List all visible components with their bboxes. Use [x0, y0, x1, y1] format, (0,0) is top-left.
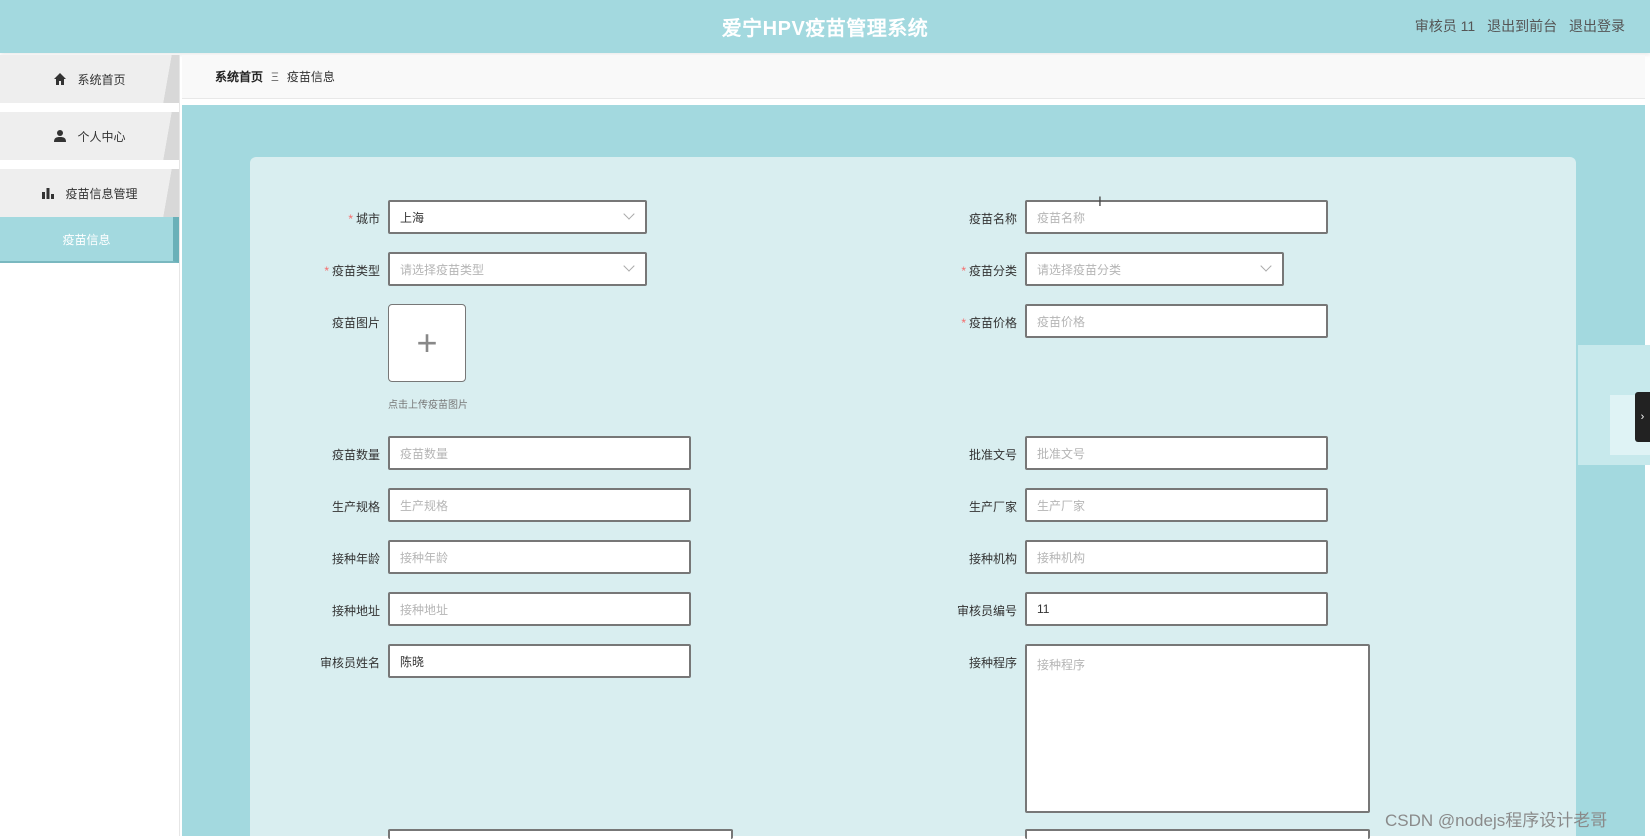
procedure-label: 接种程序	[968, 656, 1017, 670]
required-mark: *	[961, 316, 966, 330]
vaccine-type-select[interactable]: 请选择疫苗类型	[388, 252, 647, 286]
manufacturer-label: 生产厂家	[968, 500, 1017, 514]
sidebar-subitem-vaccine-info[interactable]: 疫苗信息	[0, 217, 179, 263]
home-icon	[54, 73, 67, 85]
plus-icon: +	[416, 322, 438, 363]
manufacturer-input[interactable]: 生产厂家	[1025, 488, 1328, 522]
required-mark: *	[348, 212, 353, 226]
image-upload-button[interactable]: +	[388, 304, 466, 382]
city-select[interactable]: 上海	[388, 200, 647, 234]
age-label: 接种年龄	[331, 552, 380, 566]
sidebar-item-vaccine-management[interactable]: 疫苗信息管理	[0, 169, 179, 217]
city-label: * 城市	[348, 212, 380, 226]
reviewer-no-input[interactable]: 11	[1025, 592, 1328, 626]
vaccine-qty-input[interactable]: 疫苗数量	[388, 436, 691, 470]
vaccine-type-label: * 疫苗类型	[324, 264, 380, 278]
logout-link[interactable]: 退出登录	[1569, 18, 1625, 34]
spec-input[interactable]: 生产规格	[388, 488, 691, 522]
side-collapse-tab[interactable]: ›	[1635, 392, 1650, 442]
vaccine-price-label: * 疫苗价格	[961, 316, 1017, 330]
next-row-input[interactable]	[388, 829, 733, 839]
watermark: CSDN @nodejs程序设计老哥	[1385, 811, 1608, 830]
institution-label: 接种机构	[968, 552, 1017, 566]
breadcrumb: 系统首页 Ξ 疫苗信息	[182, 55, 1645, 99]
user-icon	[54, 130, 67, 142]
chevron-down-icon	[623, 260, 635, 272]
sidebar-item-label: 系统首页	[77, 72, 126, 87]
institution-input[interactable]: 接种机构	[1025, 540, 1328, 574]
vaccine-name-label: 疫苗名称	[968, 212, 1017, 226]
address-label: 接种地址	[331, 604, 380, 618]
breadcrumb-home[interactable]: 系统首页	[215, 68, 263, 85]
reviewer-name-label: 审核员姓名	[319, 656, 380, 670]
sidebar-item-personal[interactable]: 个人中心	[0, 112, 179, 160]
reviewer-no-label: 审核员编号	[956, 604, 1017, 618]
approval-no-input[interactable]: 批准文号	[1025, 436, 1328, 470]
approval-no-label: 批准文号	[968, 448, 1017, 462]
required-mark: *	[324, 264, 329, 278]
address-input[interactable]: 接种地址	[388, 592, 691, 626]
upload-hint: 点击上传疫苗图片	[388, 400, 468, 411]
required-mark: *	[961, 264, 966, 278]
vaccine-name-input[interactable]: 疫苗名称	[1025, 200, 1328, 234]
breadcrumb-separator: Ξ	[271, 69, 279, 84]
next-row-input[interactable]	[1025, 829, 1370, 839]
chevron-down-icon	[1260, 260, 1272, 272]
sidebar: 系统首页 个人中心 疫苗信息管理 疫苗信息	[0, 55, 180, 836]
vaccine-form: * 城市 上海 疫苗名称 疫苗名称 I * 疫苗类型 请选择疫苗类型 * 疫苗分类 请…	[250, 157, 1576, 839]
sidebar-item-label: 疫苗信息管理	[65, 186, 138, 201]
sidebar-item-home[interactable]: 系统首页	[0, 55, 179, 103]
vaccine-category-label: * 疫苗分类	[961, 264, 1017, 278]
vaccine-price-input[interactable]: 疫苗价格	[1025, 304, 1328, 338]
current-user-label: 审核员 11	[1414, 18, 1476, 34]
reviewer-name-input[interactable]: 陈晓	[388, 644, 691, 678]
procedure-textarea[interactable]: 接种程序	[1025, 644, 1370, 813]
vaccine-category-select[interactable]: 请选择疫苗分类	[1025, 252, 1284, 286]
breadcrumb-current: 疫苗信息	[286, 70, 335, 84]
chevron-down-icon	[623, 208, 635, 220]
vaccine-qty-label: 疫苗数量	[331, 448, 380, 462]
sidebar-item-label: 个人中心	[77, 129, 126, 144]
back-to-front-link[interactable]: 退出到前台	[1487, 18, 1557, 34]
vaccine-image-label: 疫苗图片	[331, 316, 380, 330]
user-links: 审核员 11 退出到前台 退出登录	[1407, 16, 1625, 36]
age-input[interactable]: 接种年龄	[388, 540, 691, 574]
top-header: 爱宁HPV疫苗管理系统 审核员 11 退出到前台 退出登录	[0, 0, 1650, 53]
text-cursor-icon: I	[1098, 193, 1102, 209]
app-title: 爱宁HPV疫苗管理系统	[721, 18, 929, 40]
bar-chart-icon	[42, 188, 55, 199]
spec-label: 生产规格	[331, 500, 380, 514]
